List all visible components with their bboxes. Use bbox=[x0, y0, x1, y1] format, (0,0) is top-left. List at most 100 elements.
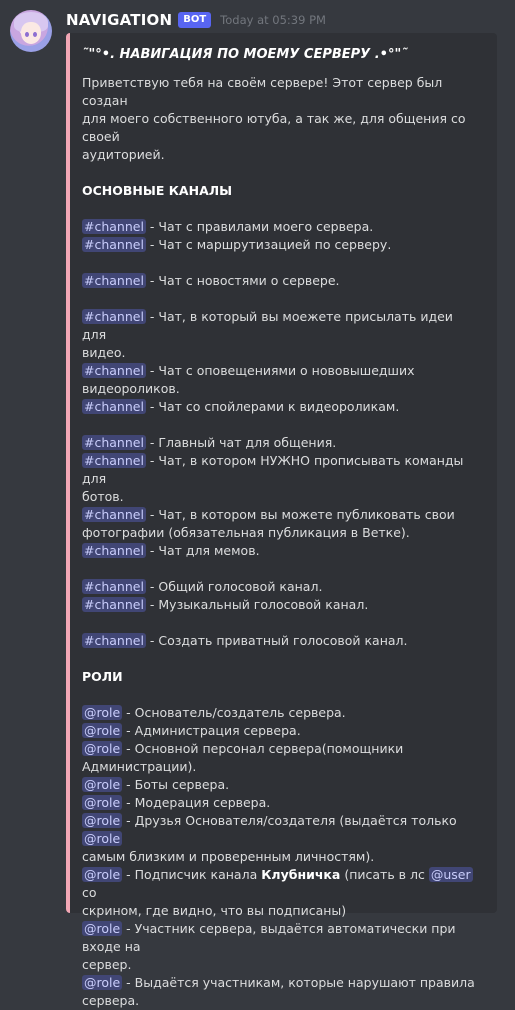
intro-line: для моего собственного ютуба, а так же, … bbox=[82, 111, 466, 144]
channel-mention[interactable]: #channel bbox=[82, 543, 146, 558]
channel-entry: #channel - Чат с оповещениями о нововыше… bbox=[82, 362, 481, 380]
channel-mention[interactable]: #channel bbox=[82, 507, 146, 522]
role-mention[interactable]: @role bbox=[82, 831, 123, 846]
role-description: - Подписчик канала bbox=[122, 867, 262, 882]
channel-description: - Чат с правилами моего сервера. bbox=[145, 219, 374, 234]
avatar-face bbox=[21, 22, 41, 44]
channel-mention[interactable]: #channel bbox=[82, 399, 146, 414]
channel-entry: #channel - Чат, в который вы моежете при… bbox=[82, 308, 481, 344]
channel-entry: #channel - Чат, в котором НУЖНО прописыв… bbox=[82, 452, 481, 488]
channel-entry: #channel - Чат со спойлерами к видеороли… bbox=[82, 398, 481, 416]
role-description-cont: сервера. bbox=[82, 993, 140, 1008]
role-description: со bbox=[82, 885, 97, 900]
role-description: - Участник сервера, выдаётся автоматичес… bbox=[82, 921, 456, 954]
intro-line: Приветствую тебя на своём сервере! Этот … bbox=[82, 75, 443, 108]
embed-description: Приветствую тебя на своём сервере! Этот … bbox=[82, 74, 481, 1010]
channel-mention[interactable]: #channel bbox=[82, 237, 146, 252]
channel-mention[interactable]: #channel bbox=[82, 435, 146, 450]
role-description: - Боты сервера. bbox=[122, 777, 230, 792]
role-entry: @role - Основной персонал сервера(помощн… bbox=[82, 740, 481, 758]
channel-entry: #channel - Чат, в котором вы можете публ… bbox=[82, 506, 481, 524]
channels-heading: ОСНОВНЫЕ КАНАЛЫ bbox=[82, 183, 233, 198]
channel-mention[interactable]: #channel bbox=[82, 273, 146, 288]
role-description: - Основатель/создатель сервера. bbox=[122, 705, 346, 720]
embed-title: ˜"°•. НАВИГАЦИЯ ПО МОЕМУ СЕРВЕРУ .•°"˜ bbox=[82, 47, 408, 62]
roles-heading: РОЛИ bbox=[82, 669, 123, 684]
message: NAVIGATION BOT Today at 05:39 PM ˜"°•. Н… bbox=[0, 0, 515, 1008]
channel-mention[interactable]: #channel bbox=[82, 579, 146, 594]
message-timestamp[interactable]: Today at 05:39 PM bbox=[220, 13, 326, 27]
message-header: NAVIGATION BOT Today at 05:39 PM bbox=[66, 10, 326, 30]
channel-mention[interactable]: #channel bbox=[82, 453, 146, 468]
channel-name-bold: Клубничка bbox=[261, 867, 341, 882]
navigation-embed: ˜"°•. НАВИГАЦИЯ ПО МОЕМУ СЕРВЕРУ .•°"˜ П… bbox=[66, 33, 497, 1008]
channel-entry: #channel - Чат с маршрутизацией по серве… bbox=[82, 236, 481, 254]
channel-entry: #channel - Музыкальный голосовой канал. bbox=[82, 596, 481, 614]
channel-description: - Чат для мемов. bbox=[145, 543, 260, 558]
channel-description: - Музыкальный голосовой канал. bbox=[145, 597, 369, 612]
channel-mention[interactable]: #channel bbox=[82, 219, 146, 234]
role-mention[interactable]: @role bbox=[82, 867, 123, 882]
role-mention[interactable]: @role bbox=[82, 741, 123, 756]
role-mention[interactable]: @role bbox=[82, 777, 123, 792]
channel-mention[interactable]: #channel bbox=[82, 309, 146, 324]
role-description: - Выдаётся участникам, которые нарушают … bbox=[122, 975, 475, 990]
channel-description-cont: ботов. bbox=[82, 489, 124, 504]
channel-list: #channel - Чат с правилами моего сервера… bbox=[82, 218, 481, 650]
channel-description: - Создать приватный голосовой канал. bbox=[145, 633, 408, 648]
role-description-cont: скрином, где видно, что вы подписаны) bbox=[82, 903, 347, 918]
bot-avatar[interactable] bbox=[10, 10, 52, 52]
channel-description-cont: видеороликов. bbox=[82, 381, 180, 396]
role-entry: @role - Основатель/создатель сервера. bbox=[82, 704, 481, 722]
role-entry: @role - Выдаётся участникам, которые нар… bbox=[82, 974, 481, 992]
channel-entry: #channel - Создать приватный голосовой к… bbox=[82, 632, 481, 650]
channel-entry: #channel - Общий голосовой канал. bbox=[82, 578, 481, 596]
bot-badge: BOT bbox=[178, 12, 212, 28]
role-description: - Администрация сервера. bbox=[122, 723, 301, 738]
channel-description: - Чат, в котором вы можете публиковать с… bbox=[145, 507, 455, 522]
role-description: - Друзья Основателя/создателя (выдаётся … bbox=[122, 813, 457, 828]
channel-entry: #channel - Чат с правилами моего сервера… bbox=[82, 218, 481, 236]
role-description: (писать в лс bbox=[340, 867, 429, 882]
role-mention[interactable]: @role bbox=[82, 921, 123, 936]
channel-entry: #channel - Чат для мемов. bbox=[82, 542, 481, 560]
role-description-cont: сервер. bbox=[82, 957, 132, 972]
role-entry: @role - Подписчик канала Клубничка (писа… bbox=[82, 866, 481, 902]
channel-entry: #channel - Главный чат для общения. bbox=[82, 434, 481, 452]
role-list: @role - Основатель/создатель сервера. @ro… bbox=[82, 704, 481, 1010]
role-entry: @role - Боты сервера. bbox=[82, 776, 481, 794]
role-description-cont: самым близким и проверенным личностям). bbox=[82, 849, 375, 864]
role-mention[interactable]: @role bbox=[82, 975, 123, 990]
role-mention[interactable]: @role bbox=[82, 795, 123, 810]
channel-mention[interactable]: #channel bbox=[82, 597, 146, 612]
role-mention[interactable]: @role bbox=[82, 705, 123, 720]
avatar-eye bbox=[33, 32, 37, 37]
avatar-eye bbox=[25, 32, 29, 37]
role-description: - Модерация сервера. bbox=[122, 795, 271, 810]
channel-mention[interactable]: #channel bbox=[82, 363, 146, 378]
role-description: - Основной персонал сервера(помощники bbox=[122, 741, 404, 756]
role-entry: @role - Администрация сервера. bbox=[82, 722, 481, 740]
role-entry: @role - Друзья Основателя/создателя (выд… bbox=[82, 812, 481, 848]
channel-description: - Чат с оповещениями о нововышедших bbox=[145, 363, 415, 378]
intro-line: аудиторией. bbox=[82, 147, 165, 162]
channel-description: - Чат со спойлерами к видеороликам. bbox=[145, 399, 400, 414]
role-mention[interactable]: @role bbox=[82, 723, 123, 738]
channel-mention[interactable]: #channel bbox=[82, 633, 146, 648]
role-entry: @role - Участник сервера, выдаётся автом… bbox=[82, 920, 481, 956]
channel-description: - Чат с маршрутизацией по серверу. bbox=[145, 237, 392, 252]
role-description-cont: Администрации). bbox=[82, 759, 197, 774]
channel-entry: #channel - Чат с новостями о сервере. bbox=[82, 272, 481, 290]
role-entry: @role - Модерация сервера. bbox=[82, 794, 481, 812]
channel-description-cont: фотографии (обязательная публикация в Ве… bbox=[82, 525, 410, 540]
author-username[interactable]: NAVIGATION bbox=[66, 11, 172, 29]
channel-description: - Чат с новостями о сервере. bbox=[145, 273, 340, 288]
user-mention[interactable]: @user bbox=[428, 867, 473, 882]
role-mention[interactable]: @role bbox=[82, 813, 123, 828]
channel-description: - Общий голосовой канал. bbox=[145, 579, 323, 594]
